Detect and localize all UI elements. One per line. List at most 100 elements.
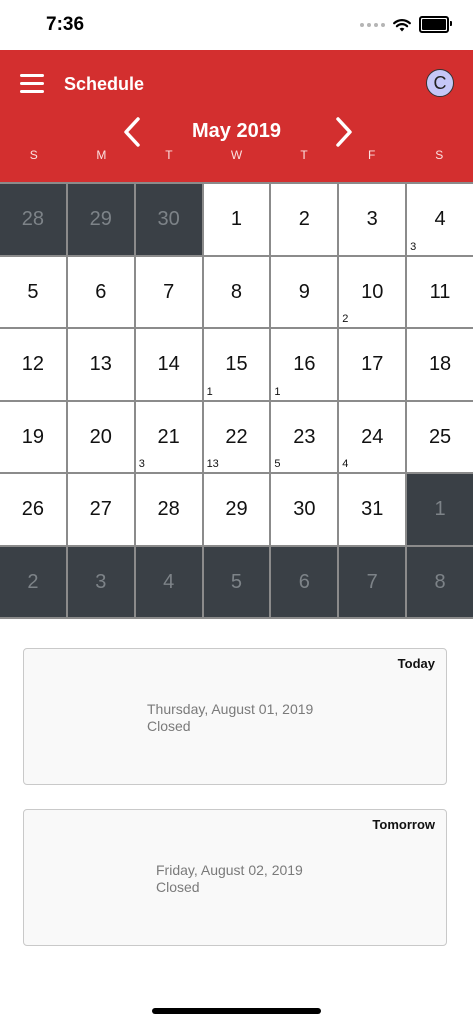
day-number: 8 bbox=[434, 570, 446, 593]
calendar-day-cell[interactable]: 14 bbox=[135, 329, 202, 400]
calendar-day-cell[interactable]: 3 bbox=[339, 184, 406, 255]
calendar-day-cell[interactable]: 26 bbox=[0, 474, 66, 545]
calendar-day-cell[interactable]: 7 bbox=[135, 256, 202, 327]
event-count: 2 bbox=[342, 313, 349, 325]
calendar-day-cell[interactable]: 15 1 bbox=[203, 329, 270, 400]
card-status: Closed bbox=[156, 879, 200, 895]
day-number: 22 bbox=[225, 425, 248, 448]
calendar-day-cell[interactable]: 10 2 bbox=[339, 256, 406, 327]
calendar-day-cell[interactable]: 21 3 bbox=[135, 401, 202, 472]
day-number: 2 bbox=[298, 208, 310, 230]
calendar-day-cell[interactable]: 3 bbox=[67, 546, 134, 617]
calendar-day-cell[interactable]: 20 bbox=[67, 401, 134, 472]
calendar-day-cell[interactable]: 2 bbox=[271, 184, 338, 255]
day-number: 6 bbox=[298, 570, 310, 593]
calendar-day-cell[interactable]: 7 bbox=[339, 546, 406, 617]
calendar-day-cell[interactable]: 13 bbox=[67, 329, 134, 400]
day-number: 7 bbox=[366, 570, 378, 593]
day-number: 27 bbox=[89, 498, 112, 520]
day-number: 26 bbox=[21, 498, 45, 520]
calendar-day-cell[interactable]: 6 bbox=[67, 256, 134, 327]
calendar-day-cell[interactable]: 1 bbox=[203, 184, 270, 255]
hamburger-menu-icon[interactable] bbox=[20, 74, 44, 94]
day-number: 8 bbox=[230, 280, 243, 303]
day-number: 24 bbox=[361, 425, 384, 448]
day-number: 3 bbox=[95, 570, 107, 593]
calendar-day-cell[interactable]: 25 bbox=[407, 401, 473, 472]
weekday-label: T bbox=[300, 148, 308, 162]
day-number: 14 bbox=[157, 353, 180, 375]
day-number: 28 bbox=[21, 208, 45, 230]
weekday-label: S bbox=[435, 148, 444, 162]
calendar-day-cell[interactable]: 29 bbox=[67, 184, 134, 255]
calendar-day-cell[interactable]: 23 5 bbox=[271, 401, 338, 472]
card-date: Friday, August 02, 2019 bbox=[156, 862, 303, 878]
day-number: 19 bbox=[21, 425, 45, 448]
day-number: 25 bbox=[428, 425, 452, 448]
event-count: 3 bbox=[138, 458, 145, 470]
calendar-day-cell[interactable]: 30 bbox=[271, 474, 338, 545]
calendar-grid: 28 29 30 1 2 3 4 3 5 6 7 8 9 10 2 11 12 13 14 15 1 16 1 17 18 19 2… bbox=[0, 182, 473, 619]
weekday-label: W bbox=[230, 148, 243, 162]
day-number: 29 bbox=[89, 208, 112, 230]
app-title: Schedule bbox=[64, 74, 145, 94]
weekday-label: M bbox=[96, 148, 107, 162]
calendar-day-cell[interactable]: 5 bbox=[0, 256, 66, 327]
calendar-day-cell[interactable]: 28 bbox=[135, 474, 202, 545]
weekday-label: F bbox=[367, 148, 376, 162]
day-number: 7 bbox=[163, 280, 175, 303]
calendar-day-cell[interactable]: 17 bbox=[339, 329, 406, 400]
weekday-label: T bbox=[165, 148, 173, 162]
calendar-day-cell[interactable]: 22 13 bbox=[203, 401, 270, 472]
day-number: 6 bbox=[95, 280, 107, 303]
calendar-day-cell[interactable]: 19 bbox=[0, 401, 66, 472]
chevron-right-icon[interactable] bbox=[328, 116, 358, 148]
day-number: 28 bbox=[157, 498, 180, 520]
calendar-day-cell[interactable]: 31 bbox=[339, 474, 406, 545]
calendar-day-cell[interactable]: 9 bbox=[271, 256, 338, 327]
day-number: 1 bbox=[434, 498, 446, 520]
day-number: 4 bbox=[434, 208, 446, 230]
calendar-day-cell[interactable]: 11 bbox=[407, 256, 473, 327]
calendar-day-cell[interactable]: 4 bbox=[135, 546, 202, 617]
event-count: 1 bbox=[274, 385, 281, 398]
day-number: 23 bbox=[293, 425, 316, 448]
calendar-day-cell[interactable]: 1 bbox=[407, 474, 473, 545]
calendar-day-cell[interactable]: 8 bbox=[203, 256, 270, 327]
day-number: 10 bbox=[361, 280, 384, 303]
battery-icon bbox=[419, 16, 452, 33]
calendar-day-cell[interactable]: 28 bbox=[0, 184, 66, 255]
card-date: Thursday, August 01, 2019 bbox=[147, 701, 314, 717]
calendar-day-cell[interactable]: 30 bbox=[135, 184, 202, 255]
day-number: 29 bbox=[225, 498, 248, 520]
schedule-card-tomorrow[interactable]: Tomorrow Friday, August 02, 2019 Closed bbox=[23, 809, 447, 946]
day-number: 31 bbox=[361, 498, 384, 520]
calendar-day-cell[interactable]: 6 bbox=[271, 546, 338, 617]
card-status: Closed bbox=[147, 718, 191, 734]
event-count: 3 bbox=[410, 240, 417, 253]
calendar-day-cell[interactable]: 18 bbox=[407, 329, 473, 400]
calendar-day-cell[interactable]: 24 4 bbox=[339, 401, 406, 472]
card-body: Friday, August 02, 2019 Closed bbox=[156, 862, 303, 896]
calendar-day-cell[interactable]: 5 bbox=[203, 546, 270, 617]
calendar-day-cell[interactable]: 12 bbox=[0, 329, 66, 400]
calendar-day-cell[interactable]: 43 bbox=[407, 184, 473, 255]
calendar-day-cell[interactable]: 16 1 bbox=[271, 329, 338, 400]
day-number: 21 bbox=[157, 425, 180, 448]
calendar-day-cell[interactable]: 27 bbox=[67, 474, 134, 545]
event-count: 13 bbox=[206, 458, 219, 470]
calendar-day-cell[interactable]: 2 bbox=[0, 546, 66, 617]
event-count: 4 bbox=[342, 458, 349, 470]
event-count: 5 bbox=[274, 458, 281, 470]
user-avatar[interactable]: C bbox=[426, 69, 454, 97]
day-number: 17 bbox=[361, 353, 384, 375]
status-icons bbox=[360, 16, 452, 33]
day-number: 5 bbox=[230, 570, 243, 593]
day-number: 16 bbox=[293, 353, 316, 375]
day-number: 15 bbox=[225, 353, 248, 375]
schedule-card-today[interactable]: Today Thursday, August 01, 2019 Closed bbox=[23, 648, 447, 785]
day-number: 30 bbox=[293, 498, 316, 520]
calendar-day-cell[interactable]: 29 bbox=[203, 474, 270, 545]
calendar-day-cell[interactable]: 8 bbox=[407, 546, 473, 617]
day-number: 12 bbox=[21, 353, 45, 375]
